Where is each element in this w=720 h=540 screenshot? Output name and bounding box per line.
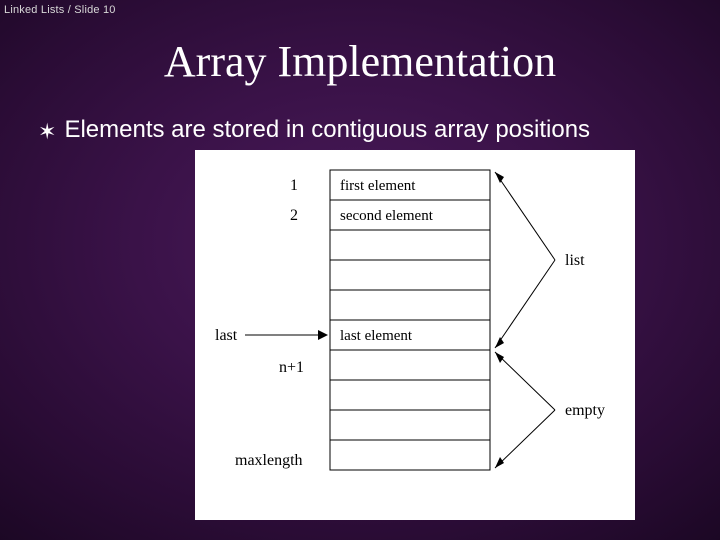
list-label: list [565,252,585,269]
slide: Linked Lists / Slide 10 Array Implementa… [0,0,720,540]
list-brace [495,172,555,348]
cell-second-element: second element [340,208,434,224]
cell-last-element: last element [340,328,413,344]
index-2-label: 2 [290,207,298,224]
empty-label: empty [565,402,605,419]
array-diagram: first element second element last elemen… [195,150,635,520]
last-pointer-label: last [215,327,238,344]
last-arrow-head-icon [318,330,328,340]
bullet-text: Elements are stored in contiguous array … [64,115,590,145]
empty-brace [495,352,555,468]
index-1-label: 1 [290,177,298,194]
index-nplus1-label: n+1 [279,359,304,376]
index-maxlength-label: maxlength [235,452,303,469]
cell-first-element: first element [340,178,416,194]
slide-header: Linked Lists / Slide 10 [4,4,116,16]
slide-title: Array Implementation [0,36,720,87]
bullet-item: ✶ Elements are stored in contiguous arra… [38,115,680,146]
bullet-star-icon: ✶ [38,118,56,146]
